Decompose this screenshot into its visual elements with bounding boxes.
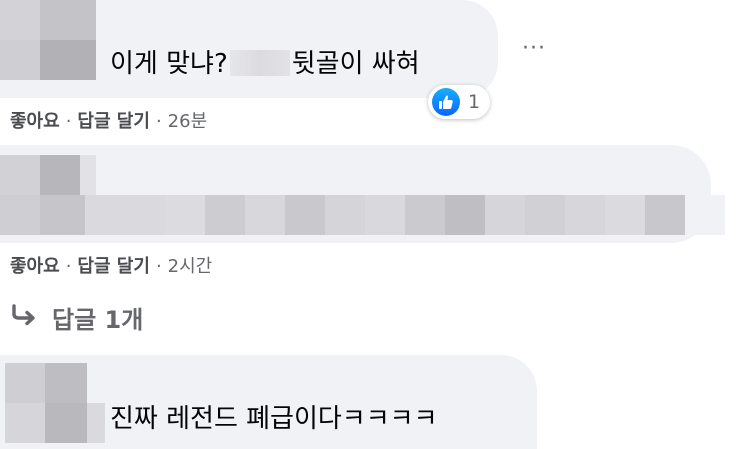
redacted-name-2: [0, 155, 96, 195]
redacted-comment-text-2: [0, 195, 725, 235]
separator-dot: ·: [155, 111, 162, 132]
timestamp[interactable]: 26분: [168, 111, 207, 132]
separator-dot: ·: [65, 111, 72, 132]
redacted-name-1: [0, 0, 96, 80]
view-replies-button[interactable]: 답글 1개: [10, 300, 143, 335]
reaction-count-value: 1: [468, 91, 481, 113]
timestamp[interactable]: 2시간: [168, 256, 213, 277]
comment-thread: 이게 맞냐? 뒷골이 싸혀 ··· 1 좋아요 · 답글 달기 · 26분 좋아요 · 답글 …: [0, 0, 742, 449]
comment-actions-1: 좋아요 · 답글 달기 · 26분: [10, 111, 207, 133]
comment-text-1-start: 이게 맞냐?: [110, 49, 228, 79]
thumbs-up-icon: [432, 88, 460, 116]
reaction-count[interactable]: 1: [428, 85, 491, 119]
reply-button[interactable]: 답글 달기: [77, 111, 150, 132]
replies-count-label: 답글 1개: [52, 306, 144, 334]
like-button[interactable]: 좋아요: [10, 111, 60, 132]
comment-text-3: 진짜 레전드 폐급이다ㅋㅋㅋㅋ: [110, 404, 438, 434]
comment-text-1-end: 뒷골이 싸혀: [291, 49, 420, 79]
redacted-name-3: [5, 363, 105, 443]
reply-button[interactable]: 답글 달기: [77, 256, 150, 277]
comment-text-1: 이게 맞냐? 뒷골이 싸혀: [110, 49, 420, 79]
comment-actions-2: 좋아요 · 답글 달기 · 2시간: [10, 256, 212, 278]
like-button[interactable]: 좋아요: [10, 256, 60, 277]
separator-dot: ·: [65, 256, 72, 277]
separator-dot: ·: [155, 256, 162, 277]
redacted-word: [229, 50, 290, 76]
more-options-icon[interactable]: ···: [522, 36, 546, 61]
reply-arrow-icon: [10, 303, 38, 332]
